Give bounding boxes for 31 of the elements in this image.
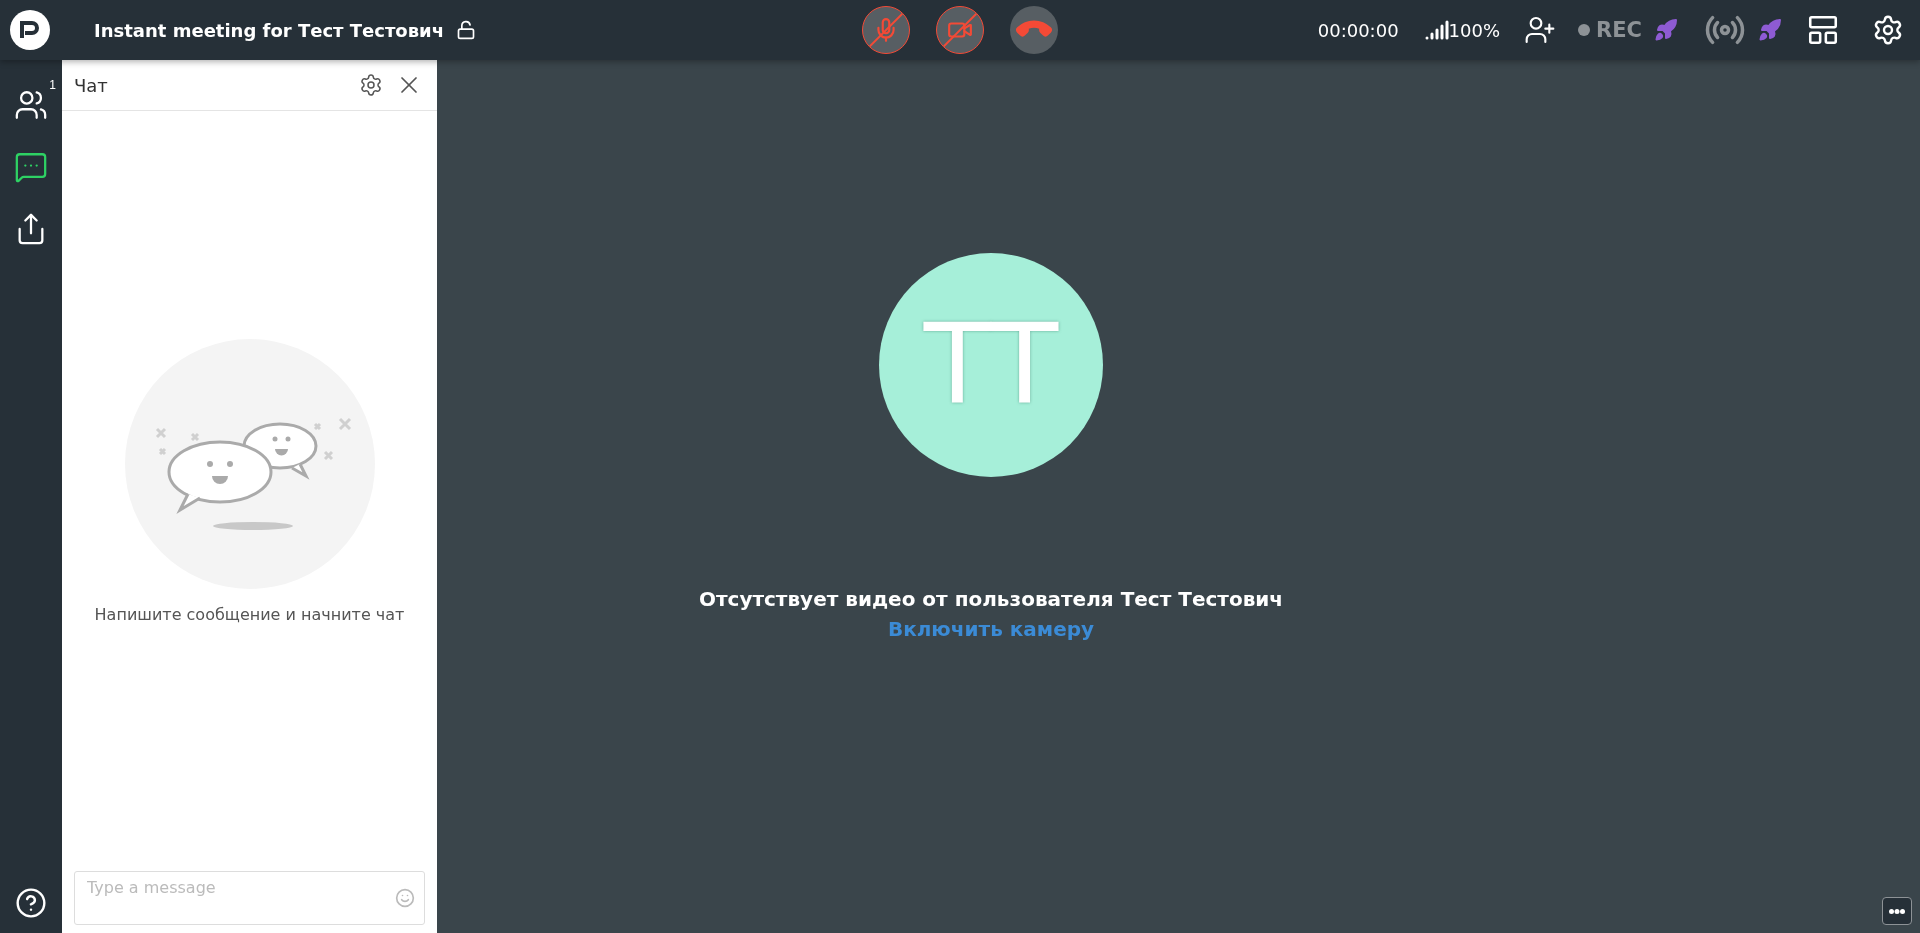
layout-icon[interactable] bbox=[1806, 13, 1840, 47]
more-button[interactable] bbox=[1882, 897, 1912, 925]
count-label: 1 bbox=[49, 78, 56, 92]
ellipsis-icon bbox=[1889, 908, 1905, 914]
add-user-icon[interactable] bbox=[1524, 14, 1557, 46]
rocket-icon bbox=[1758, 18, 1782, 42]
chat-tab[interactable] bbox=[14, 150, 48, 184]
app-logo bbox=[10, 10, 50, 50]
call-timer: 00:00:00 bbox=[1317, 19, 1399, 41]
record-button[interactable]: REC bbox=[1596, 18, 1642, 42]
help-icon bbox=[15, 887, 47, 919]
empty-chat-text: Напишите сообщение и начните чат bbox=[94, 604, 405, 624]
enable-camera-link[interactable]: Включить камеру bbox=[887, 617, 1095, 641]
settings-button[interactable] bbox=[359, 73, 383, 97]
chat-title: Чат bbox=[74, 74, 108, 96]
chat-icon bbox=[14, 150, 48, 184]
hang-up-button[interactable] bbox=[1010, 6, 1058, 54]
users-icon bbox=[14, 88, 48, 122]
user-avatar: ТТ bbox=[879, 253, 1103, 477]
unlocked-lock-icon[interactable] bbox=[456, 20, 477, 40]
signal-icon bbox=[1424, 18, 1449, 42]
rocket-icon bbox=[1654, 18, 1678, 42]
camera-button[interactable] bbox=[936, 6, 984, 54]
settings-icon bbox=[359, 73, 383, 97]
meeting-title: Instant meeting for Тест Тестович bbox=[94, 19, 445, 41]
help-button[interactable] bbox=[15, 887, 47, 919]
signal-strength: 100% bbox=[1448, 19, 1501, 41]
message-input[interactable]: Type a message bbox=[74, 871, 425, 925]
settings-icon[interactable] bbox=[1872, 14, 1904, 46]
no-video-message: Отсутствует видео от пользователя Тест Тестович bbox=[698, 587, 1284, 611]
mic-button[interactable] bbox=[862, 6, 910, 54]
